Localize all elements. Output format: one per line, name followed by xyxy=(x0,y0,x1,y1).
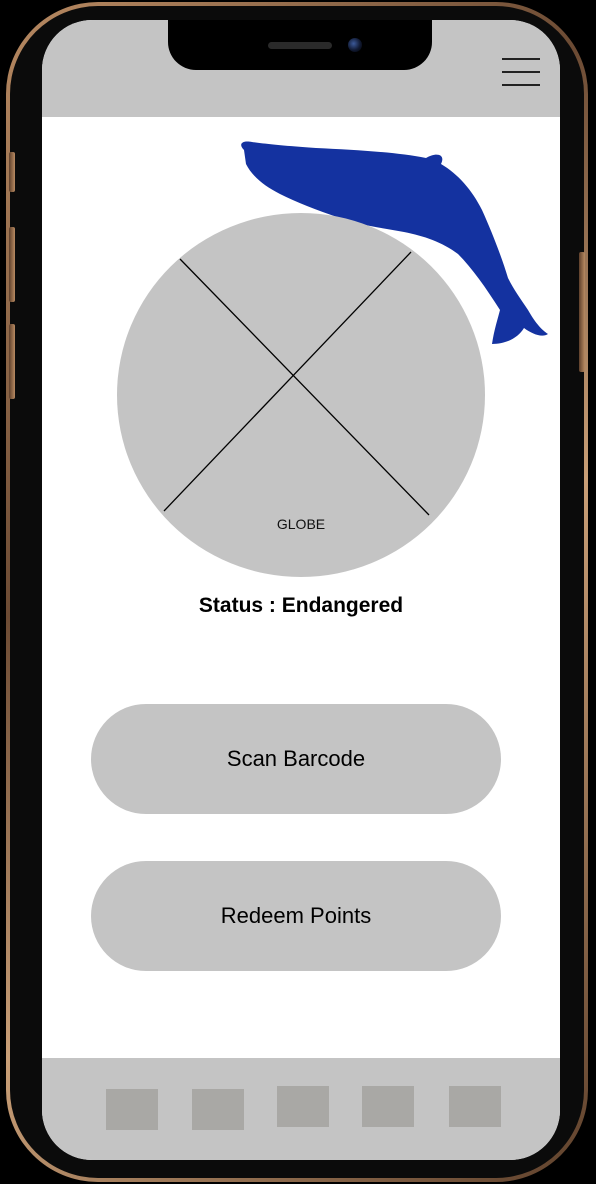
volume-up-button xyxy=(9,227,15,302)
menu-line-top xyxy=(502,58,540,60)
status-label: Status : Endangered xyxy=(198,594,404,617)
bottom-nav-bar xyxy=(42,1058,560,1160)
scan-barcode-button[interactable]: Scan Barcode xyxy=(91,704,501,814)
globe-label: GLOBE xyxy=(276,516,326,532)
menu-line-bottom xyxy=(502,84,540,86)
nav-tab-4[interactable] xyxy=(362,1086,414,1127)
hamburger-menu-icon[interactable] xyxy=(502,58,540,88)
nav-tab-1[interactable] xyxy=(106,1089,158,1130)
nav-tab-2[interactable] xyxy=(192,1089,244,1130)
power-button xyxy=(579,252,585,372)
nav-tab-5[interactable] xyxy=(449,1086,501,1127)
front-camera-icon xyxy=(348,38,362,52)
top-bar xyxy=(42,20,560,117)
volume-down-button xyxy=(9,324,15,399)
mute-switch xyxy=(9,152,15,192)
menu-line-middle xyxy=(502,71,540,73)
nav-tab-3[interactable] xyxy=(277,1086,329,1127)
app-screen: GLOBE Status : Endangered Scan Barcode R… xyxy=(42,20,560,1160)
speaker-grille xyxy=(268,42,332,49)
redeem-points-button[interactable]: Redeem Points xyxy=(91,861,501,971)
notch xyxy=(168,20,432,70)
